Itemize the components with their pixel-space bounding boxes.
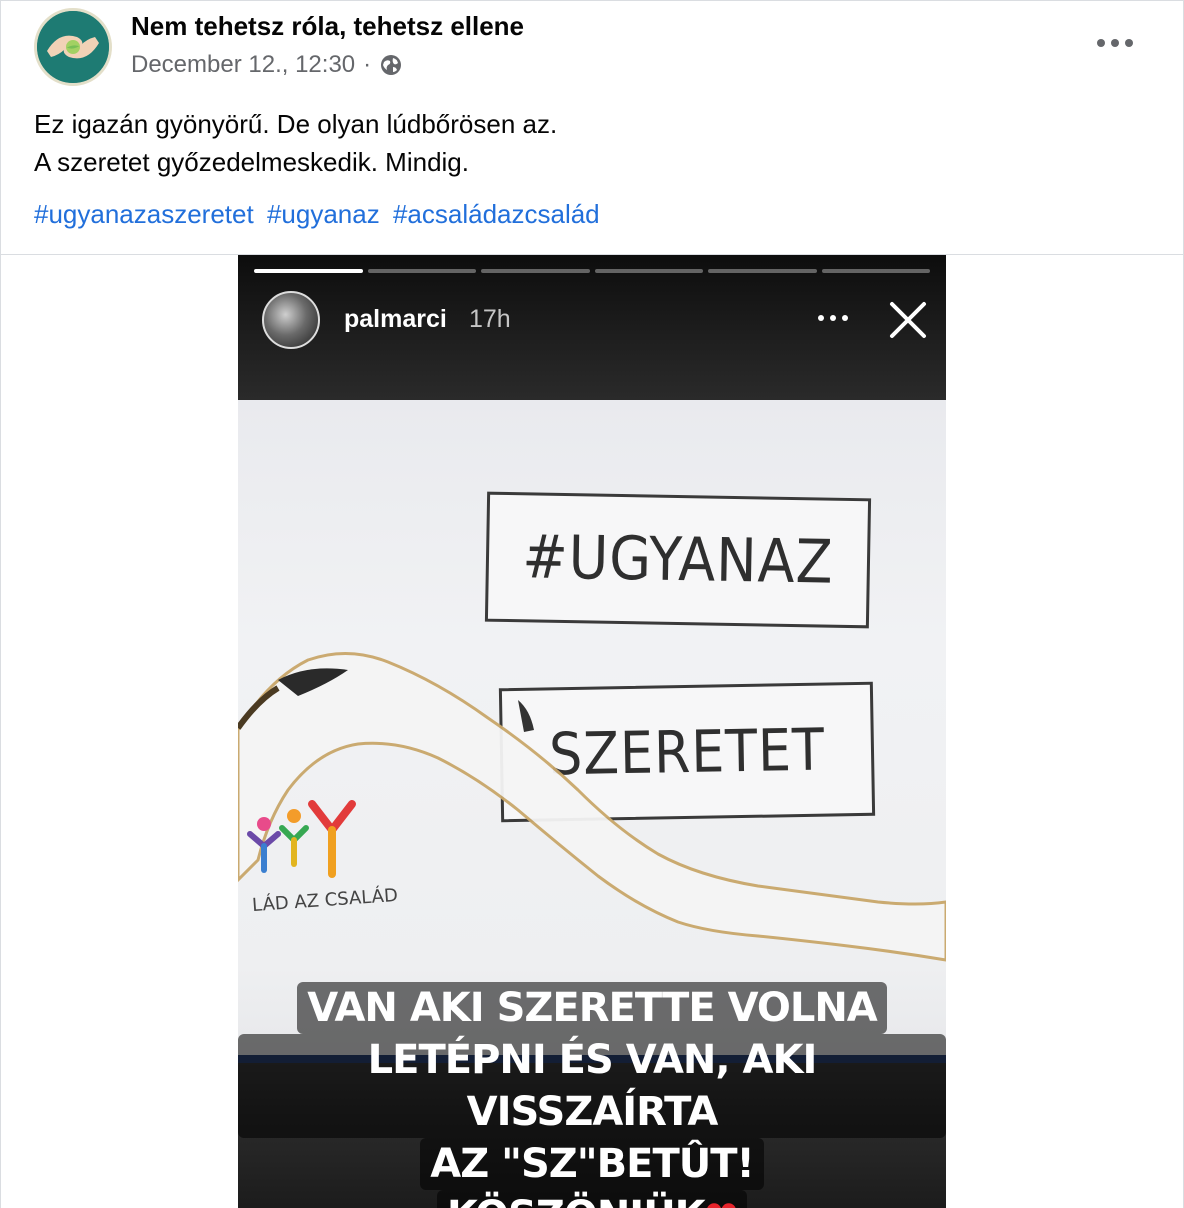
story-caption: VAN AKI SZERETTE VOLNA LETÉPNI ÉS VAN, A… bbox=[238, 982, 946, 1208]
post-date[interactable]: December 12., 12:30 bbox=[131, 51, 355, 79]
caption-line: AZ "SZ"BETÛT! bbox=[420, 1138, 764, 1190]
family-logo-icon bbox=[247, 800, 356, 878]
post-text-line: Ez igazán gyönyörű. De olyan lúdbőrösen … bbox=[34, 109, 558, 139]
hashtag-list: #ugyanazaszeretet #ugyanaz #acsaládazcsa… bbox=[34, 197, 606, 231]
progress-segment bbox=[594, 269, 703, 273]
post-image[interactable]: palmarci 17h #UGYANAZ SZERETET LÁD AZ CS… bbox=[238, 255, 946, 1208]
post-text: Ez igazán gyönyörű. De olyan lúdbőrösen … bbox=[34, 105, 557, 181]
hashtag-link[interactable]: #acsaládazcsalád bbox=[393, 199, 600, 229]
page-avatar[interactable] bbox=[34, 8, 112, 86]
page-name[interactable]: Nem tehetsz róla, tehetsz ellene bbox=[131, 11, 524, 42]
sign-ugyanaz: #UGYANAZ bbox=[484, 491, 872, 629]
progress-segment bbox=[481, 269, 590, 273]
story-more-icon bbox=[818, 315, 848, 321]
more-options-button[interactable] bbox=[1097, 35, 1133, 51]
story-username: palmarci bbox=[344, 305, 447, 333]
caption-line: KÖSZÖNJÜK bbox=[447, 1193, 706, 1208]
hashtag-link[interactable]: #ugyanaz bbox=[267, 199, 380, 229]
post-text-line: A szeretet győzedelmeskedik. Mindig. bbox=[34, 147, 469, 177]
dot-icon bbox=[1097, 39, 1105, 47]
progress-segment bbox=[821, 269, 930, 273]
caption-line: LETÉPNI ÉS VAN, AKI VISSZAÍRTA bbox=[238, 1034, 946, 1138]
facebook-post: Nem tehetsz róla, tehetsz ellene Decembe… bbox=[0, 0, 1184, 1208]
close-icon bbox=[890, 302, 926, 338]
progress-segment bbox=[367, 269, 476, 273]
story-progress bbox=[254, 269, 930, 273]
meta-separator: · bbox=[363, 51, 372, 78]
progress-segment bbox=[708, 269, 817, 273]
heart-icon: ❤ bbox=[705, 1193, 739, 1208]
dot-icon bbox=[1111, 39, 1119, 47]
hashtag-link[interactable]: #ugyanazaszeretet bbox=[34, 199, 254, 229]
globe-icon[interactable] bbox=[379, 53, 403, 77]
hands-logo-icon bbox=[37, 11, 109, 83]
story-time: 17h bbox=[469, 305, 511, 333]
story-avatar bbox=[262, 291, 320, 349]
dot-icon bbox=[1125, 39, 1133, 47]
caption-line: VAN AKI SZERETTE VOLNA bbox=[297, 982, 887, 1034]
progress-segment bbox=[254, 269, 363, 273]
post-meta: December 12., 12:30 · bbox=[131, 51, 403, 79]
